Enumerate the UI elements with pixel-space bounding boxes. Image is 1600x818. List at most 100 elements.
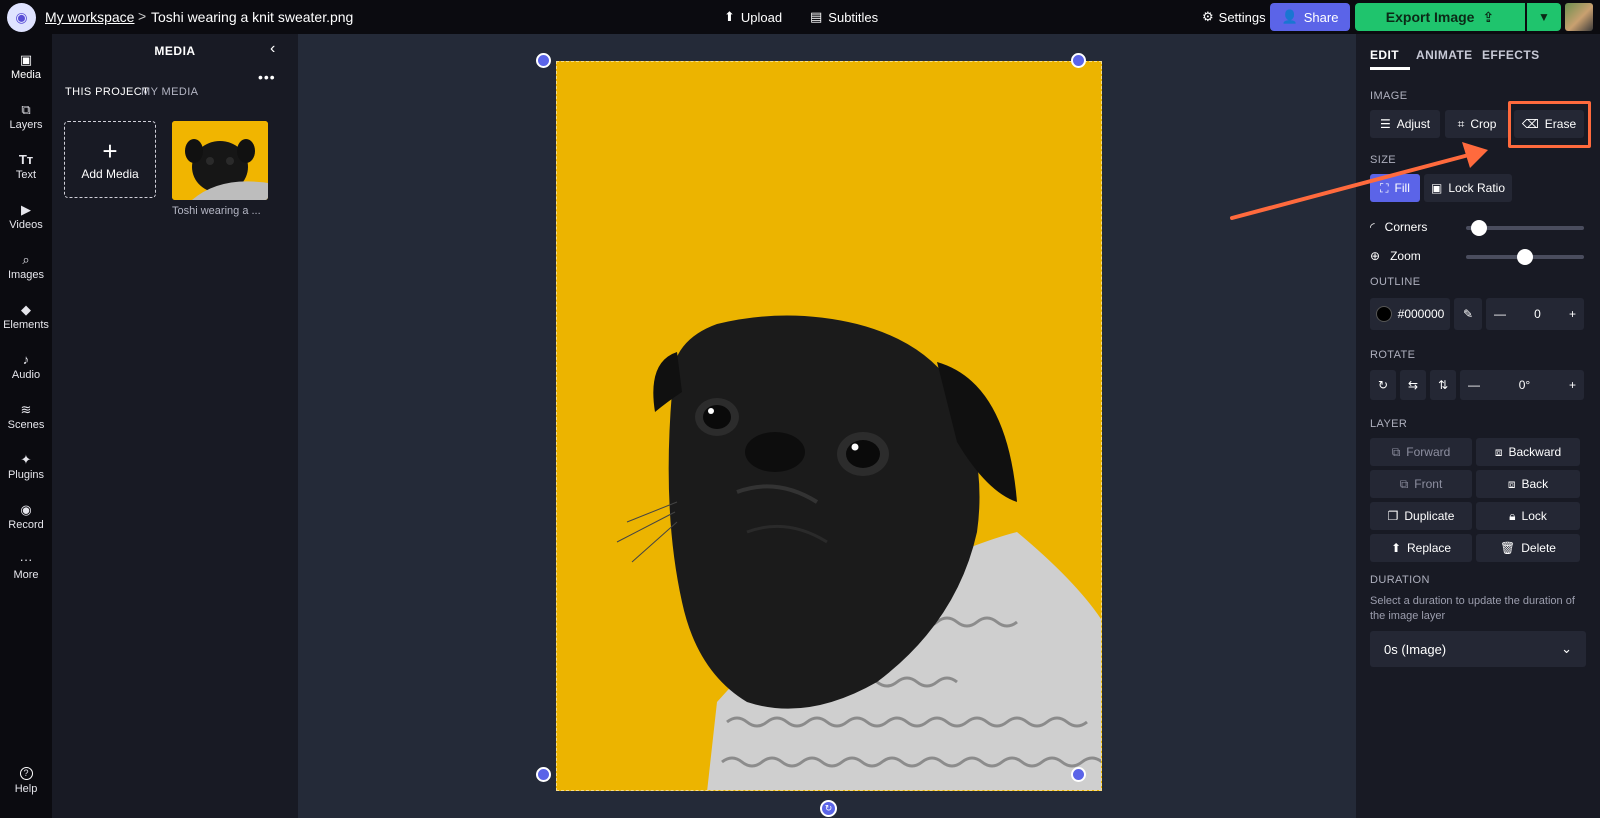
zoom-icon: ⊕ bbox=[1370, 249, 1381, 263]
upload-button[interactable]: ⬆ Upload bbox=[724, 9, 782, 25]
rail-label: Record bbox=[8, 519, 44, 531]
crop-button[interactable]: ⌗ Crop bbox=[1445, 110, 1509, 138]
eyedropper-button[interactable]: ✎ bbox=[1454, 298, 1482, 330]
zoom-label: Zoom bbox=[1390, 249, 1421, 263]
plus-icon[interactable]: + bbox=[1569, 378, 1576, 392]
app-logo-icon[interactable]: ◉ bbox=[7, 3, 36, 32]
rail-label: More bbox=[13, 569, 39, 581]
rail-label: Help bbox=[14, 783, 38, 795]
replace-button[interactable]: ⬆ Replace bbox=[1370, 534, 1472, 562]
duration-hint: Select a duration to update the duration… bbox=[1370, 595, 1575, 622]
annotation-highlight-box bbox=[1508, 101, 1591, 148]
plus-icon[interactable]: + bbox=[1569, 307, 1576, 321]
back-button[interactable]: ⧈ Back bbox=[1476, 470, 1580, 498]
minus-icon[interactable]: — bbox=[1468, 378, 1480, 392]
rail-item-scenes[interactable]: ≋ Scenes bbox=[0, 394, 52, 440]
rail-item-elements[interactable]: ◆ Elements bbox=[0, 294, 52, 340]
rail-label: Media bbox=[11, 69, 41, 81]
delete-label: Delete bbox=[1521, 541, 1556, 555]
settings-button[interactable]: ⚙ Settings bbox=[1202, 9, 1266, 25]
avatar[interactable] bbox=[1565, 3, 1593, 31]
export-label: Export Image bbox=[1385, 9, 1475, 25]
rotate-handle-icon[interactable]: ↻ bbox=[820, 800, 837, 817]
flip-vertical-icon: ⇅ bbox=[1437, 378, 1449, 392]
outline-width-value[interactable]: 0 bbox=[1534, 307, 1541, 321]
selected-image-layer[interactable] bbox=[556, 61, 1102, 791]
send-to-back-icon: ⧈ bbox=[1507, 476, 1516, 491]
subtitles-icon: ▤ bbox=[810, 9, 823, 24]
collapse-panel-icon[interactable]: ‹ bbox=[270, 40, 275, 58]
share-button[interactable]: 👤 Share bbox=[1270, 3, 1350, 31]
subtitles-button[interactable]: ▤ Subtitles bbox=[810, 9, 878, 25]
forward-button[interactable]: ⧉ Forward bbox=[1370, 438, 1472, 466]
rail-label: Text bbox=[15, 169, 37, 181]
plus-icon: + bbox=[102, 135, 118, 166]
duplicate-label: Duplicate bbox=[1404, 509, 1455, 523]
more-icon: ··· bbox=[19, 552, 33, 567]
music-note-icon: ♪ bbox=[22, 352, 30, 367]
lock-button[interactable]: 🔒︎ Lock bbox=[1476, 502, 1580, 530]
lock-icon: 🔒︎ bbox=[1509, 508, 1516, 523]
adjust-button[interactable]: ☰ Adjust bbox=[1370, 110, 1440, 138]
duplicate-button[interactable]: ❐ Duplicate bbox=[1370, 502, 1472, 530]
duration-section-label: DURATION bbox=[1370, 574, 1430, 586]
rail-item-more[interactable]: ··· More bbox=[0, 544, 52, 590]
export-options-dropdown[interactable]: ▼ bbox=[1527, 3, 1561, 31]
flip-vertical-button[interactable]: ⇅ bbox=[1430, 370, 1456, 400]
plugin-icon: ✦ bbox=[20, 452, 32, 467]
rail-item-videos[interactable]: ▶ Videos bbox=[0, 194, 52, 240]
tab-animate[interactable]: ANIMATE bbox=[1416, 48, 1473, 62]
rail-item-plugins[interactable]: ✦ Plugins bbox=[0, 444, 52, 490]
zoom-slider-thumb[interactable] bbox=[1517, 249, 1533, 265]
outline-color-value: #000000 bbox=[1397, 307, 1445, 321]
add-user-icon: 👤 bbox=[1281, 9, 1298, 24]
tab-edit[interactable]: EDIT bbox=[1370, 48, 1399, 62]
export-image-button[interactable]: Export Image ⇪ bbox=[1355, 3, 1525, 31]
media-thumbnail[interactable] bbox=[172, 121, 268, 200]
share-label: Share bbox=[1303, 9, 1339, 25]
rotate-clockwise-button[interactable]: ↻ bbox=[1370, 370, 1396, 400]
resize-handle-top-left[interactable] bbox=[536, 53, 551, 68]
record-icon: ◉ bbox=[20, 502, 32, 517]
rotation-value[interactable]: 0° bbox=[1519, 378, 1530, 392]
chevron-down-icon: ▼ bbox=[1538, 10, 1550, 24]
resize-handle-bottom-left[interactable] bbox=[536, 767, 551, 782]
tab-this-project[interactable]: THIS PROJECT bbox=[65, 86, 149, 98]
trash-icon: 🗑︎ bbox=[1500, 541, 1516, 555]
media-panel: MEDIA ‹ ••• THIS PROJECT MY MEDIA + Add … bbox=[52, 34, 343, 818]
chevron-down-icon: ⌄ bbox=[1561, 641, 1572, 656]
rail-item-help[interactable]: ? Help bbox=[0, 758, 52, 804]
rail-item-layers[interactable]: ⧉ Layers bbox=[0, 94, 52, 140]
outline-color-picker[interactable]: #000000 bbox=[1370, 298, 1450, 330]
rail-item-media[interactable]: ▣ Media bbox=[0, 44, 52, 90]
back-label: Back bbox=[1521, 477, 1549, 491]
tab-my-media[interactable]: MY MEDIA bbox=[141, 86, 198, 98]
flip-horizontal-icon: ⇆ bbox=[1407, 378, 1419, 392]
rail-item-record[interactable]: ◉ Record bbox=[0, 494, 52, 540]
rail-label: Plugins bbox=[7, 469, 45, 481]
delete-button[interactable]: 🗑︎ Delete bbox=[1476, 534, 1580, 562]
rail-item-audio[interactable]: ♪ Audio bbox=[0, 344, 52, 390]
resize-handle-top-right[interactable] bbox=[1071, 53, 1086, 68]
flip-horizontal-button[interactable]: ⇆ bbox=[1400, 370, 1426, 400]
rail-item-text[interactable]: Tт Text bbox=[0, 144, 52, 190]
add-media-button[interactable]: + Add Media bbox=[64, 121, 156, 198]
minus-icon[interactable]: — bbox=[1494, 307, 1506, 321]
lock-label: Lock bbox=[1521, 509, 1547, 523]
layers-icon: ⧉ bbox=[21, 102, 31, 117]
rail-item-images[interactable]: ⌕ Images bbox=[0, 244, 52, 290]
tab-effects[interactable]: EFFECTS bbox=[1482, 48, 1539, 62]
rotate-icon: ↻ bbox=[1377, 378, 1389, 392]
rotate-section-label: ROTATE bbox=[1370, 349, 1416, 361]
bring-to-front-icon: ⧉ bbox=[1399, 476, 1409, 491]
backward-button[interactable]: ⧈ Backward bbox=[1476, 438, 1580, 466]
workspace-link[interactable]: My workspace bbox=[45, 9, 134, 25]
front-button[interactable]: ⧉ Front bbox=[1370, 470, 1472, 498]
file-title[interactable]: Toshi wearing a knit sweater.png bbox=[151, 9, 353, 25]
more-options-icon[interactable]: ••• bbox=[258, 69, 276, 85]
front-label: Front bbox=[1414, 477, 1443, 491]
media-icon: ▣ bbox=[19, 52, 33, 67]
rail-label: Videos bbox=[9, 219, 43, 231]
duration-select[interactable]: 0s (Image) ⌄ bbox=[1370, 631, 1586, 667]
resize-handle-bottom-right[interactable] bbox=[1071, 767, 1086, 782]
